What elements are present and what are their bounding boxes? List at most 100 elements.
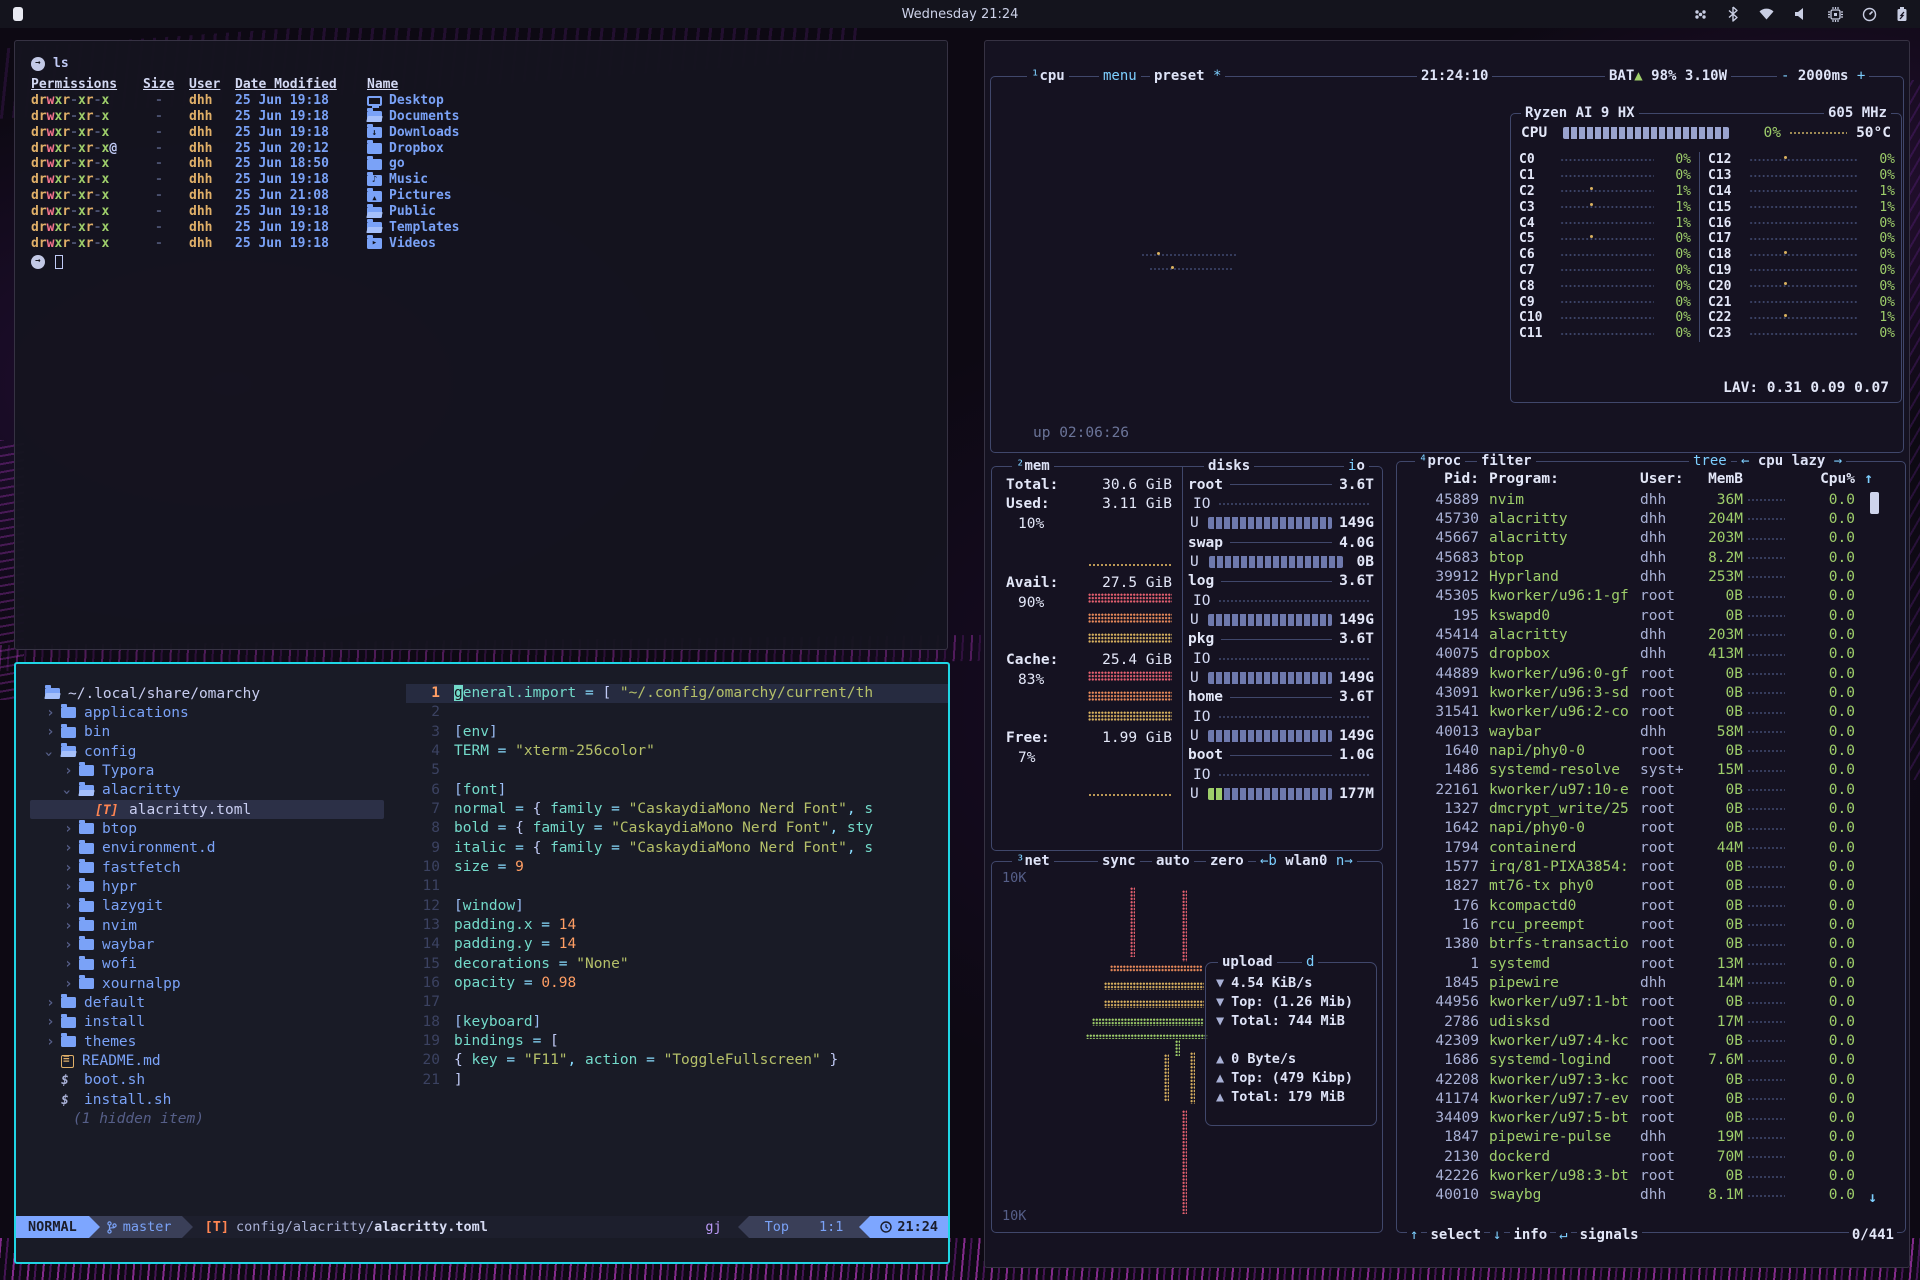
menu-button[interactable]: menu [1099,68,1141,84]
process-row[interactable]: 1847 pipewire-pulse dhh 19M 0.0 [1405,1128,1855,1147]
process-row[interactable]: 42226 kworker/u98:3-bt root 0B 0.0 [1405,1166,1855,1185]
header-pid[interactable]: Pid: [1405,471,1479,487]
process-row[interactable]: 1845 pipewire dhh 14M 0.0 [1405,973,1855,992]
header-program[interactable]: Program: [1479,471,1631,487]
process-row[interactable]: 195 kswapd0 root 0B 0.0 [1405,606,1855,625]
interval-decrease[interactable]: - [1781,68,1789,84]
tree-toggle[interactable]: tree [1689,453,1731,469]
cpu-icon[interactable] [1828,7,1843,22]
process-row[interactable]: 1380 btrfs-transactio root 0B 0.0 [1405,935,1855,954]
header-user[interactable]: User: [1631,471,1691,487]
tree-item[interactable]: install.sh [30,1090,406,1109]
net-zero-toggle[interactable]: zero [1206,853,1248,869]
io-toggle[interactable]: io [1344,458,1369,474]
cpu-box-title[interactable]: ¹cpu [1027,68,1069,84]
net-sync-toggle[interactable]: sync [1098,853,1140,869]
tree-item[interactable]: config [30,742,406,761]
net-interface[interactable]: ←b wlan0 n→ [1256,853,1357,869]
process-row[interactable]: 40075 dropbox dhh 413M 0.0 [1405,645,1855,664]
btop-window[interactable]: ¹cpu menu preset * 21:24:10 BAT▲ 98% 3.1… [984,40,1910,1268]
tree-item[interactable]: applications [30,703,406,722]
header-mem[interactable]: MemB [1691,471,1743,487]
process-row[interactable]: 1 systemd root 13M 0.0 [1405,954,1855,973]
process-row[interactable]: 40013 waybar dhh 58M 0.0 [1405,722,1855,741]
process-row[interactable]: 34409 kworker/u97:5-bt root 0B 0.0 [1405,1109,1855,1128]
tree-item[interactable]: default [30,993,406,1012]
scroll-down-icon[interactable]: ↓ [1868,1190,1877,1206]
process-row[interactable]: 42309 kworker/u97:4-kc root 0B 0.0 [1405,1031,1855,1050]
process-row[interactable]: 39912 Hyprland dhh 253M 0.0 [1405,567,1855,586]
tree-item[interactable]: Typora [30,761,406,780]
process-row[interactable]: 1642 napi/phy0-0 root 0B 0.0 [1405,819,1855,838]
process-row[interactable]: 1640 napi/phy0-0 root 0B 0.0 [1405,741,1855,760]
process-row[interactable]: 1577 irq/81-PIXA3854: root 0B 0.0 [1405,857,1855,876]
tree-item[interactable]: waybar [30,935,406,954]
neovim-window[interactable]: ~/.local/share/omarchy applications bin [14,662,950,1264]
process-row[interactable]: 45305 kworker/u96:1-gf root 0B 0.0 [1405,587,1855,606]
tree-item[interactable]: bin [30,723,406,742]
header-cpu[interactable]: Cpu% [1789,471,1855,487]
process-row[interactable]: 42208 kworker/u97:3-kc root 0B 0.0 [1405,1070,1855,1089]
terminal-window[interactable]: → ls Permissions Size User Date Modified… [14,40,948,650]
bluetooth-icon[interactable] [1727,6,1739,22]
tree-item[interactable]: themes [30,1032,406,1051]
process-row[interactable]: 1327 dmcrypt_write/25 root 0B 0.0 [1405,799,1855,818]
tree-item[interactable]: alacritty [30,781,406,800]
key-down[interactable]: ↓ [1490,1227,1504,1243]
sort-selector[interactable]: ← cpu lazy → [1737,453,1846,469]
gauge-icon[interactable] [1862,7,1877,22]
process-row[interactable]: 45889 nvim dhh 36M 0.0 [1405,490,1855,509]
process-row[interactable]: 41174 kworker/u97:7-ev root 0B 0.0 [1405,1089,1855,1108]
process-row[interactable]: 176 kcompactd0 root 0B 0.0 [1405,896,1855,915]
process-row[interactable]: 44956 kworker/u97:1-bt root 0B 0.0 [1405,993,1855,1012]
signals-hint[interactable]: signals [1577,1227,1642,1243]
process-row[interactable]: 1686 systemd-logind root 7.6M 0.0 [1405,1051,1855,1070]
tree-item[interactable]: boot.sh [30,1071,406,1090]
tree-item[interactable]: lazygit [30,897,406,916]
process-row[interactable]: 40010 swaybg dhh 8.1M 0.0 [1405,1186,1855,1205]
process-row[interactable]: 43091 kworker/u96:3-sd root 0B 0.0 [1405,683,1855,702]
tree-item[interactable]: wofi [30,955,406,974]
tree-item[interactable]: install [30,1013,406,1032]
net-box-title[interactable]: ³net [1012,853,1054,869]
process-row[interactable]: 1827 mt76-tx phy0 root 0B 0.0 [1405,877,1855,896]
process-row[interactable]: 45683 btop dhh 8.2M 0.0 [1405,548,1855,567]
sort-direction-icon[interactable]: ↑ [1864,471,1873,487]
key-up[interactable]: ↑ [1407,1227,1421,1243]
process-row[interactable]: 1794 containerd root 44M 0.0 [1405,838,1855,857]
tree-item[interactable]: environment.d [30,839,406,858]
volume-icon[interactable] [1794,7,1809,21]
process-row[interactable]: 45667 alacritty dhh 203M 0.0 [1405,529,1855,548]
tree-item[interactable]: xournalpp [30,974,406,993]
process-row[interactable]: 2130 dockerd root 70M 0.0 [1405,1147,1855,1166]
process-row[interactable]: 16 rcu_preempt root 0B 0.0 [1405,915,1855,934]
process-row[interactable]: 45730 alacritty dhh 204M 0.0 [1405,509,1855,528]
tree-root[interactable]: ~/.local/share/omarchy [30,684,406,703]
process-row[interactable]: 45414 alacritty dhh 203M 0.0 [1405,625,1855,644]
tree-item[interactable]: alacritty.toml [30,800,384,819]
net-auto-toggle[interactable]: auto [1152,853,1194,869]
process-row[interactable]: 31541 kworker/u96:2-co root 0B 0.0 [1405,703,1855,722]
process-row[interactable]: 1486 systemd-resolve syst+ 15M 0.0 [1405,761,1855,780]
net-stats-key[interactable]: d [1302,954,1318,970]
mem-box-title[interactable]: ²mem [1012,458,1054,474]
process-row[interactable]: 44889 kworker/u96:0-gf root 0B 0.0 [1405,664,1855,683]
battery-icon[interactable] [1896,6,1908,22]
process-row[interactable]: 2786 udisksd root 17M 0.0 [1405,1012,1855,1031]
updates-icon[interactable] [1693,7,1708,22]
filter-button[interactable]: filter [1477,453,1536,469]
tree-item[interactable]: nvim [30,916,406,935]
tree-item[interactable]: README.md [30,1051,406,1070]
tree-item[interactable]: (1 hidden item) [30,1109,406,1128]
prompt-line-active[interactable]: → [31,253,931,271]
tree-item[interactable]: hypr [30,877,406,896]
info-hint[interactable]: info [1510,1227,1550,1243]
git-branch[interactable]: master [100,1216,182,1238]
scrollbar-thumb[interactable] [1870,492,1879,514]
proc-box-title[interactable]: ⁴proc [1415,453,1465,469]
interval-increase[interactable]: + [1857,68,1865,84]
preset-button[interactable]: preset * [1150,68,1225,84]
wifi-icon[interactable] [1758,7,1775,21]
tree-item[interactable]: fastfetch [30,858,406,877]
editor-pane[interactable]: 1 general.import = [ "~/.config/omarchy/… [406,664,948,1238]
